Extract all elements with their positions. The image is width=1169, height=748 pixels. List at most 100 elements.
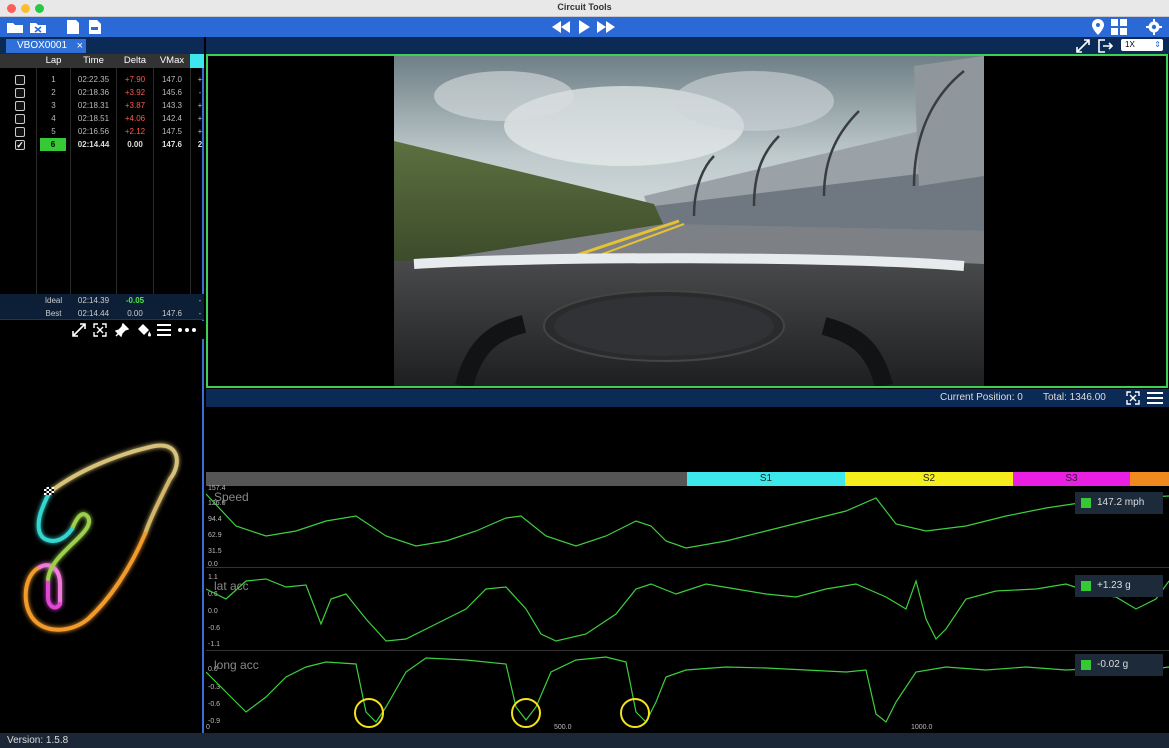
header-lap[interactable]: Lap bbox=[37, 55, 70, 66]
file-tab-strip: VBOX0001 × bbox=[0, 37, 204, 54]
total-distance: Total: 1346.00 bbox=[1043, 392, 1106, 403]
current-position: Current Position: 0 bbox=[940, 392, 1023, 403]
lap-time: 02:18.51 bbox=[77, 114, 110, 123]
ideal-delta: -0.05 bbox=[125, 296, 145, 305]
lap-checkbox[interactable] bbox=[15, 88, 25, 98]
sector-s3[interactable]: S3 bbox=[1013, 472, 1130, 486]
best-time: 02:14.44 bbox=[77, 309, 110, 318]
lap-row[interactable]: 5 02:16.56 +2.12 147.5 + bbox=[0, 125, 204, 138]
lap-number: 1 bbox=[51, 75, 56, 84]
status-bar: Version: 1.5.8 bbox=[0, 733, 1169, 748]
chevron-updown-icon: ⇕ bbox=[1154, 40, 1161, 49]
sector-s4[interactable] bbox=[1130, 472, 1169, 486]
file-icon[interactable] bbox=[86, 19, 104, 35]
fit-graph-icon[interactable] bbox=[1126, 391, 1140, 405]
lap-extra: + bbox=[197, 75, 203, 84]
lap-row-selected[interactable]: ✓ 6 02:14.44 0.00 147.6 2 bbox=[0, 138, 204, 151]
video-player[interactable] bbox=[206, 54, 1168, 388]
best-row: Best 02:14.44 0.00 147.6 - bbox=[0, 307, 204, 319]
lap-checkbox[interactable] bbox=[15, 114, 25, 124]
highlight-circle bbox=[511, 698, 541, 728]
x-tick: 1000.0 bbox=[911, 724, 933, 731]
best-delta: 0.00 bbox=[127, 309, 143, 318]
speed-graph[interactable]: 157.4 126.0 94.4 62.9 31.5 0.0 Speed 147… bbox=[206, 485, 1169, 568]
lap-vmax: 147.6 bbox=[161, 140, 183, 149]
extra-column-header bbox=[190, 54, 204, 68]
lap-row[interactable]: 3 02:18.31 +3.87 143.3 + bbox=[0, 99, 204, 112]
location-pin-icon[interactable] bbox=[1090, 19, 1106, 35]
speed-value: 147.2 mph bbox=[1097, 497, 1145, 508]
lap-extra: - bbox=[198, 88, 202, 97]
lap-checkbox[interactable] bbox=[15, 101, 25, 111]
lap-row[interactable]: 2 02:18.36 +3.92 145.6 - bbox=[0, 86, 204, 99]
close-tab-icon[interactable]: × bbox=[77, 39, 83, 53]
lap-number: 3 bbox=[51, 101, 56, 110]
readout-swatch bbox=[1081, 660, 1091, 670]
playback-speed-select[interactable]: 1X ⇕ bbox=[1121, 39, 1163, 51]
rewind-icon[interactable] bbox=[551, 19, 571, 35]
sector-bar: S1 S2 S3 bbox=[206, 472, 1169, 486]
lat-acc-value: +1.23 g bbox=[1097, 580, 1131, 591]
expand-video-icon[interactable] bbox=[1076, 39, 1090, 53]
expand-icon[interactable] bbox=[72, 323, 86, 337]
best-label: Best bbox=[45, 309, 62, 318]
track-map[interactable] bbox=[0, 339, 204, 733]
layout-grid-icon[interactable] bbox=[1110, 19, 1128, 35]
title-bar: Circuit Tools bbox=[0, 0, 1169, 17]
video-toolbar: 1X ⇕ bbox=[206, 37, 1169, 54]
header-delta[interactable]: Delta bbox=[117, 55, 153, 66]
map-toolbar bbox=[0, 321, 204, 339]
lap-row[interactable]: 1 02:22.35 +7.90 147.0 + bbox=[0, 73, 204, 86]
lap-time: 02:16.56 bbox=[77, 127, 110, 136]
lap-time: 02:22.35 bbox=[77, 75, 110, 84]
lap-checkbox-checked[interactable]: ✓ bbox=[15, 140, 25, 150]
lap-delta: +3.92 bbox=[124, 88, 146, 97]
settings-gear-icon[interactable] bbox=[1144, 19, 1164, 35]
fast-forward-icon[interactable] bbox=[596, 19, 616, 35]
more-options-icon[interactable] bbox=[177, 327, 197, 333]
sector-s1[interactable]: S1 bbox=[687, 472, 845, 486]
sd-card-icon[interactable] bbox=[64, 19, 82, 35]
file-tab[interactable]: VBOX0001 × bbox=[6, 39, 86, 53]
fit-view-icon[interactable] bbox=[93, 323, 107, 337]
lat-acc-graph[interactable]: 1.1 0.6 0.0 -0.6 -1.1 lat acc +1.23 g bbox=[206, 569, 1169, 651]
graph-menu-icon[interactable] bbox=[1147, 392, 1163, 404]
lap-table: Lap Time Delta VMax 1 02:22.35 +7.90 147… bbox=[0, 54, 204, 320]
lap-number: 6 bbox=[40, 138, 66, 151]
lap-checkbox[interactable] bbox=[15, 127, 25, 137]
lap-delta: 0.00 bbox=[127, 140, 143, 149]
best-vmax: 147.6 bbox=[161, 309, 183, 318]
lap-extra: + bbox=[197, 114, 203, 123]
lap-checkbox[interactable] bbox=[15, 75, 25, 85]
open-folder-icon[interactable] bbox=[5, 19, 25, 35]
x-tick: 0 bbox=[206, 724, 210, 731]
lap-vmax: 142.4 bbox=[161, 114, 183, 123]
long-acc-readout: -0.02 g bbox=[1075, 654, 1163, 676]
lap-row[interactable]: 4 02:18.51 +4.06 142.4 + bbox=[0, 112, 204, 125]
best-extra: - bbox=[198, 309, 202, 318]
readout-swatch bbox=[1081, 498, 1091, 508]
paint-bucket-icon[interactable] bbox=[136, 323, 152, 337]
file-tab-label: VBOX0001 bbox=[17, 40, 68, 51]
lap-delta: +4.06 bbox=[124, 114, 146, 123]
close-file-icon[interactable] bbox=[28, 19, 48, 35]
ideal-extra: - bbox=[198, 296, 202, 305]
header-time[interactable]: Time bbox=[71, 55, 116, 66]
version-label: Version: 1.5.8 bbox=[7, 735, 69, 746]
long-acc-trace bbox=[206, 656, 1169, 728]
window-title: Circuit Tools bbox=[557, 2, 612, 12]
sector-s2[interactable]: S2 bbox=[845, 472, 1013, 486]
data-graphs[interactable]: 157.4 126.0 94.4 62.9 31.5 0.0 Speed 147… bbox=[206, 485, 1169, 733]
left-panel: VBOX0001 × Lap Time Delta VMax 1 02:22.3… bbox=[0, 37, 204, 733]
menu-icon[interactable] bbox=[157, 324, 171, 336]
lap-number: 4 bbox=[51, 114, 56, 123]
pin-icon[interactable] bbox=[115, 323, 129, 337]
header-vmax[interactable]: VMax bbox=[154, 55, 190, 66]
long-acc-graph[interactable]: 0.0 -0.3 -0.6 -0.9 long acc 0 500.0 1000… bbox=[206, 652, 1169, 733]
export-icon[interactable] bbox=[1097, 38, 1113, 53]
lap-vmax: 147.5 bbox=[161, 127, 183, 136]
checkered-flag-icon bbox=[44, 487, 54, 495]
play-icon[interactable] bbox=[577, 19, 591, 35]
lap-delta: +3.87 bbox=[124, 101, 146, 110]
highlight-circle bbox=[620, 698, 650, 728]
